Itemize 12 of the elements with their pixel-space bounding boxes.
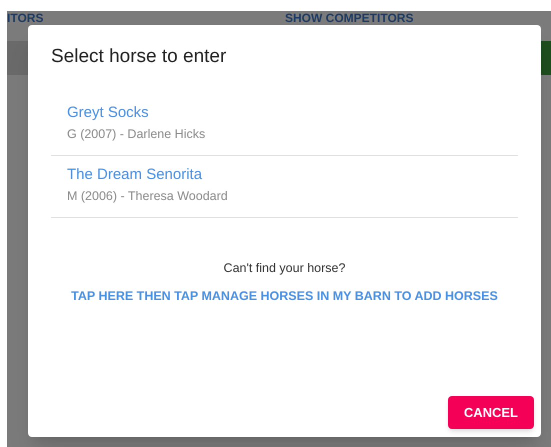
horse-name: The Dream Senorita [67, 166, 202, 184]
prompt-text: Can't find your horse? [224, 260, 346, 276]
tab[interactable]: SHOW COMPETITORS [285, 12, 414, 24]
cancel-button[interactable]: CANCEL [448, 396, 534, 429]
add-horses-link[interactable]: TAP HERE THEN TAP MANAGE HORSES IN MY BARN TO ADD HORSES [71, 288, 498, 304]
horse-list-item[interactable]: The Dream Senorita M (2006) - Theresa Woodard [51, 156, 518, 218]
horse-name: Greyt Socks [67, 104, 149, 122]
dialog-title: Select horse to enter [51, 45, 226, 69]
horse-list-item[interactable]: Greyt Socks G (2007) - Darlene Hicks [51, 94, 518, 156]
horse-details: M (2006) - Theresa Woodard [67, 188, 228, 204]
horse-details: G (2007) - Darlene Hicks [67, 126, 206, 142]
tab[interactable]: ITORS [7, 12, 285, 24]
